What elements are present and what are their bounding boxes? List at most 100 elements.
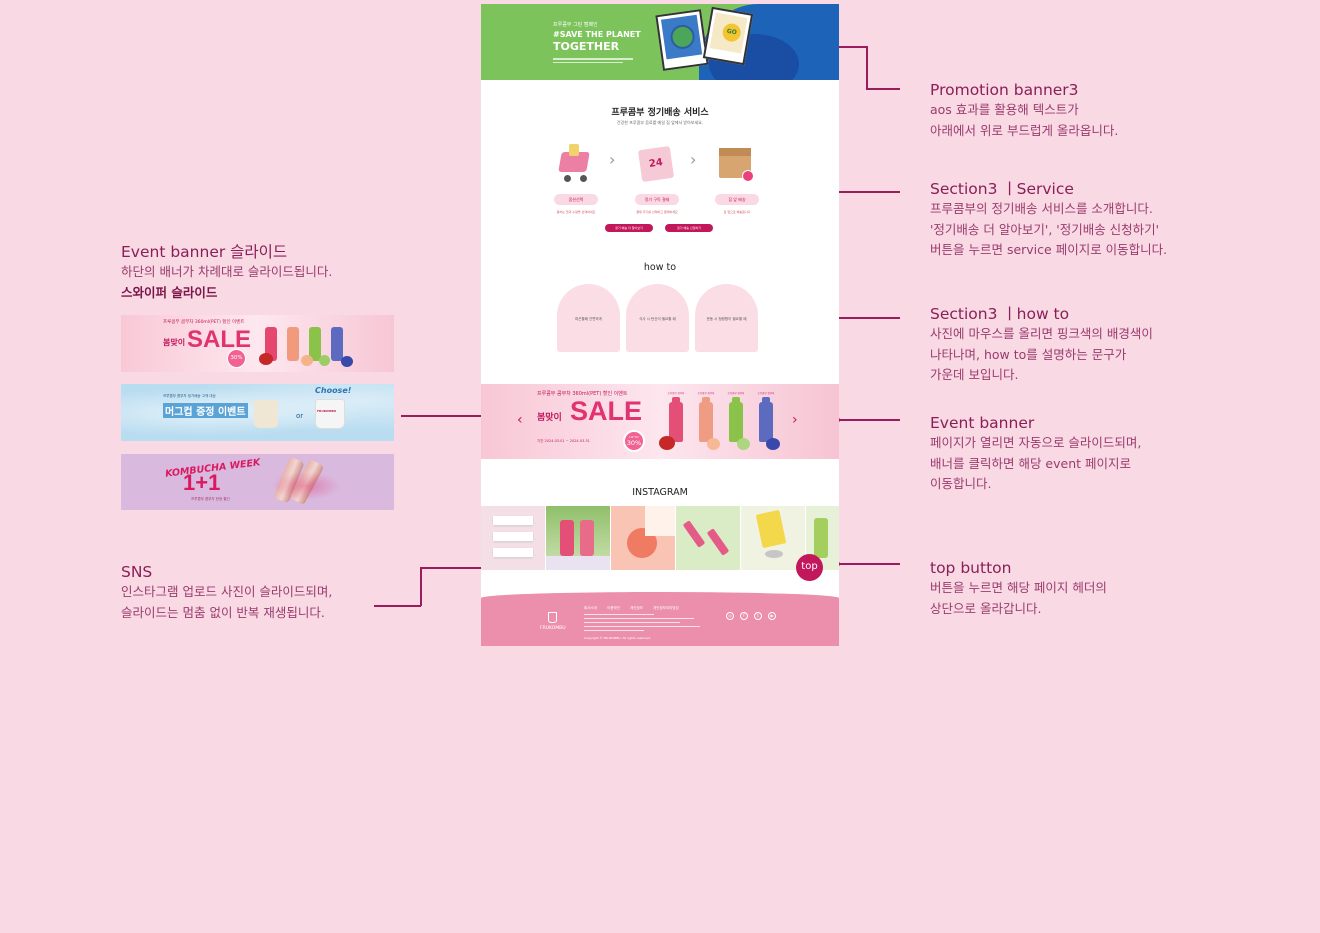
connector-line — [420, 567, 486, 569]
annotation-line: '정기배송 더 알아보기', '정기배송 신청하기' — [930, 221, 1160, 237]
top-button[interactable]: top — [796, 554, 823, 581]
promo-small-text: 프루콤부 그린 캠페인 — [553, 22, 598, 28]
mug-text: FRUKOMBU — [317, 409, 337, 413]
step-description: 집 앞으로 배송됩니다 — [723, 210, 751, 214]
fruit-image — [341, 356, 353, 367]
annotation-line: 가운데 보입니다. — [930, 367, 1019, 382]
side-banner-sale[interactable]: 프루콤부 콤부차 360ml(PET) 할인 이벤트 봄맞이 SALE 30% — [121, 315, 394, 372]
side-banner-choose: Choose! — [315, 386, 352, 395]
footer-menu-item[interactable]: 이용약관 — [607, 606, 620, 611]
polaroid-earth — [655, 9, 709, 71]
howto-card[interactable]: 운동 시 청량함이 필요할 때 — [695, 284, 758, 352]
bottle-label: 프루콤부 콤부차 — [757, 392, 775, 395]
annotation-line: 버튼을 누르면 해당 페이지 헤더의 — [930, 580, 1107, 595]
instagram-icon[interactable]: ◎ — [726, 612, 734, 620]
next-arrow-icon[interactable]: › — [792, 412, 798, 428]
footer: FRUKOMBU 회사소개 이용약관 개인정보 개인정보처리방침 Copyrig… — [481, 592, 839, 646]
chevron-right-icon: › — [690, 150, 697, 169]
annotation-title: top button — [930, 559, 1012, 577]
calendar-day: 24 — [648, 157, 664, 170]
side-banner-or: or — [296, 412, 304, 420]
step-description: 결제 주기를 선택하고 결제하세요 — [636, 210, 678, 214]
footer-info-line — [584, 614, 654, 616]
footer-wave — [481, 592, 839, 604]
bottle-image — [331, 327, 343, 361]
bottle-image — [729, 397, 743, 442]
youtube-icon[interactable]: ▶ — [768, 612, 776, 620]
service-subtitle: 건강한 프루콤부 음료를 매일 집 앞에서 받아보세요. — [616, 120, 704, 125]
annotation-line: 페이지가 열리면 자동으로 슬라이드되며, — [930, 435, 1142, 450]
howto-card-text: 운동 시 청량함이 필요할 때 — [706, 317, 747, 321]
instagram-photo[interactable] — [546, 506, 610, 570]
fruit-image — [319, 355, 330, 366]
annotation-sns: SNS 인스타그램 업로드 사진이 슬라이드되며, 슬라이드는 멈춤 없이 반복… — [121, 562, 332, 623]
connector-line — [837, 419, 900, 421]
go-icon: GO — [721, 22, 743, 44]
event-spring-text: 봄맞이 — [537, 413, 562, 423]
service-apply-button[interactable]: 정기 배송 신청하기 — [665, 224, 713, 232]
side-banner-sub: 프루콤부 콤부차 한정 할인 — [191, 497, 230, 501]
footer-info-line — [584, 622, 680, 624]
step-label: 정기 구독 결제 — [635, 194, 679, 205]
side-banner-kombucha[interactable]: KOMBUCHA WEEK 1+1 프루콤부 콤부차 한정 할인 — [121, 454, 394, 510]
annotation-title: Section3 ㅣhow to — [930, 305, 1070, 323]
box-icon — [716, 144, 756, 184]
badge-value: 30% — [626, 439, 642, 447]
annotation-line: aos 효과를 활용해 텍스트가 — [930, 102, 1079, 117]
howto-card[interactable]: 식사 시 탄산이 필요할 때 — [626, 284, 689, 352]
promo-headline-1: #SAVE THE PLANET — [553, 30, 641, 39]
connector-line — [420, 567, 422, 606]
annotation-line: 하단의 배너가 차례대로 슬라이드됩니다. — [121, 264, 333, 279]
instagram-photo[interactable] — [481, 506, 545, 570]
event-banner[interactable]: ‹ › 프루콤부 콤부차 360ml(PET) 할인 이벤트 봄맞이 SALE … — [481, 384, 839, 459]
promo-headline-2: TOGETHER — [553, 40, 620, 53]
discount-badge: UP TO 30% — [623, 430, 645, 452]
bottle-label: 프루콤부 콤부차 — [697, 392, 715, 395]
side-banner-1plus1: 1+1 — [183, 470, 221, 495]
footer-menu-item[interactable]: 개인정보 — [630, 606, 643, 611]
howto-card[interactable]: 피곤할때 간편하게 — [557, 284, 620, 352]
promotion-banner[interactable]: 프루콤부 그린 캠페인 #SAVE THE PLANET TOGETHER GO — [481, 4, 839, 80]
annotation-title: Event banner 슬라이드 — [121, 243, 288, 261]
page-mockup: 프루콤부 그린 캠페인 #SAVE THE PLANET TOGETHER GO… — [481, 4, 839, 646]
mug-image — [254, 400, 278, 428]
annotation-line: 나타나며, how to를 설명하는 문구가 — [930, 346, 1127, 362]
prev-arrow-icon[interactable]: ‹ — [517, 412, 523, 428]
annotation-line: 사진에 마우스를 올리면 핑크색의 배경색이 — [930, 326, 1153, 341]
annotation-line: 아래에서 위로 부드럽게 올라옵니다. — [930, 122, 1119, 138]
twitter-icon[interactable]: t — [754, 612, 762, 620]
step-description: 원하는 맛과 수량을 선택하세요 — [556, 210, 596, 214]
bottle-label: 프루콤부 콤부차 — [667, 392, 685, 395]
event-date: 기간 2024.03.01 ~ 2024.03.31 — [537, 439, 590, 443]
annotation-bold-line: 스와이퍼 슬라이드 — [121, 284, 218, 300]
service-title: 프루콤부 정기배송 서비스 — [611, 108, 709, 118]
annotation-line: 버튼을 누르면 service 페이지로 이동합니다. — [930, 242, 1168, 257]
annotation-howto: Section3 ㅣhow to 사진에 마우스를 올리면 핑크색의 배경색이 … — [930, 304, 1153, 386]
service-more-button[interactable]: 정기 배송 더 알아보기 — [605, 224, 653, 232]
fruit-image — [301, 355, 313, 366]
bottle-image — [699, 397, 713, 442]
instagram-photo[interactable] — [741, 506, 805, 570]
annotation-title: Promotion banner3 — [930, 81, 1079, 99]
earth-icon — [669, 23, 697, 51]
calendar-icon: 24 — [636, 144, 676, 184]
annotation-event-slide: Event banner 슬라이드 하단의 배너가 차례대로 슬라이드됩니다. … — [121, 242, 332, 303]
footer-menu-item[interactable]: 개인정보처리방침 — [653, 606, 679, 611]
instagram-photo[interactable] — [676, 506, 740, 570]
annotation-promotion: Promotion banner3 aos 효과를 활용해 텍스트가 아래에서 … — [930, 80, 1118, 141]
side-banner-mug[interactable]: 프루콤부 콤부차 정기배송 고객 대상 머그컵 증정 이벤트 or FRUKOM… — [121, 384, 394, 441]
facebook-icon[interactable]: f — [740, 612, 748, 620]
footer-logo: FRUKOMBU — [540, 626, 566, 631]
bottle-image — [287, 327, 299, 361]
side-banner-badge: 30% — [227, 349, 246, 368]
annotation-title: Section3 ㅣService — [930, 180, 1074, 198]
instagram-photo[interactable] — [611, 506, 675, 570]
annotation-line: 슬라이드는 멈춤 없이 반복 재생됩니다. — [121, 604, 325, 620]
connector-line — [401, 415, 486, 417]
footer-info-line — [584, 630, 644, 632]
annotation-line: 이동합니다. — [930, 476, 992, 491]
fruit-image — [766, 438, 780, 450]
fruit-image — [659, 436, 675, 450]
side-banner-top-text: 프루콤부 콤부차 360ml(PET) 할인 이벤트 — [163, 320, 245, 325]
footer-menu-item[interactable]: 회사소개 — [584, 606, 597, 611]
